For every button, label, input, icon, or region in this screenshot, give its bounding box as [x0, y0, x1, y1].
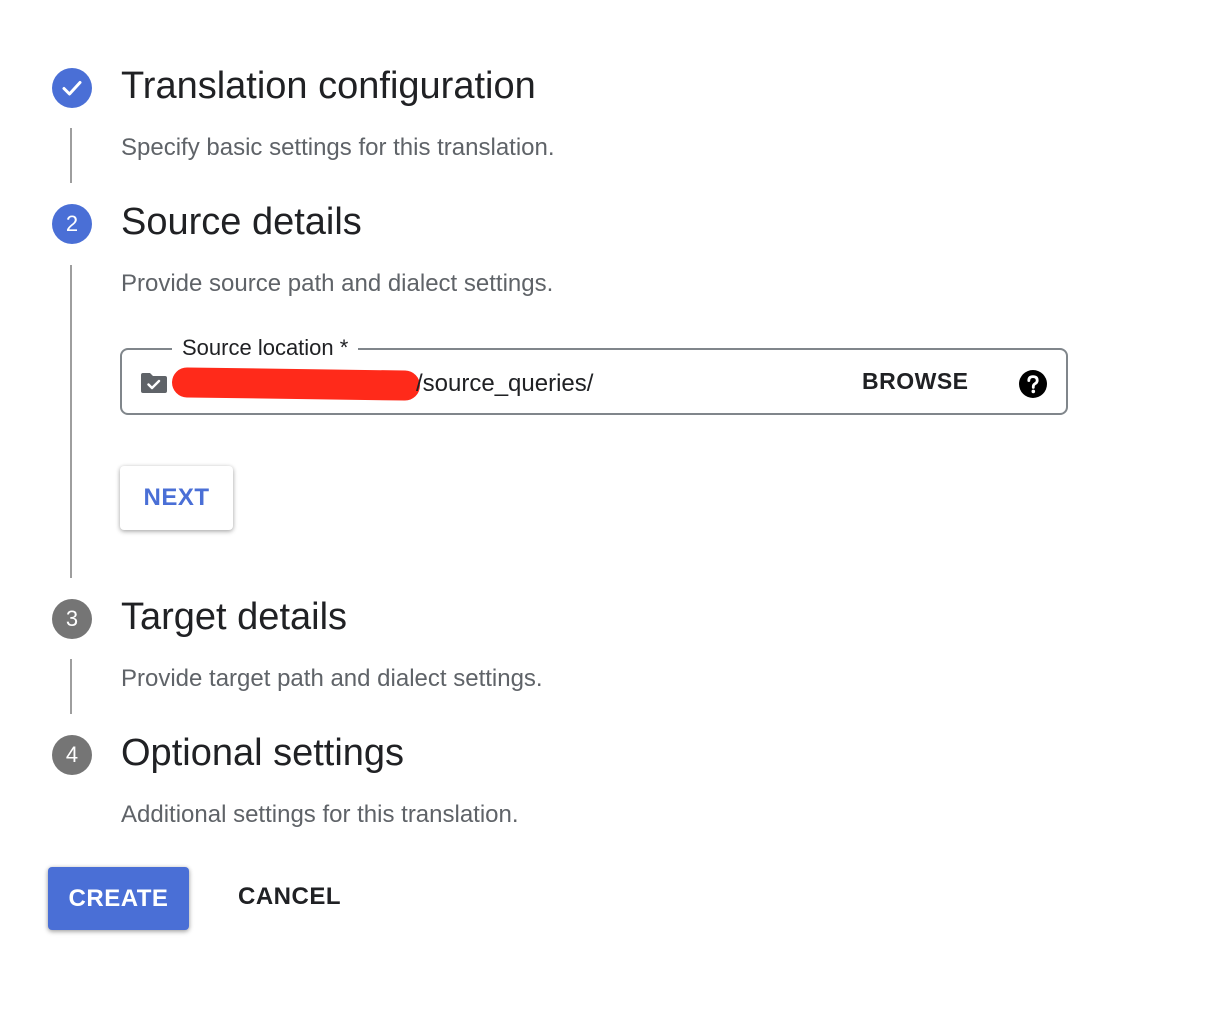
- create-button[interactable]: CREATE: [48, 867, 189, 930]
- step-4-description: Additional settings for this translation…: [121, 801, 519, 828]
- check-icon: [62, 81, 82, 96]
- step-3-description: Provide target path and dialect settings…: [121, 665, 543, 692]
- step-4-title[interactable]: Optional settings: [121, 732, 404, 775]
- translation-stepper-page: Translation configuration Specify basic …: [0, 0, 1216, 1014]
- step-2-number-badge: 2: [52, 204, 92, 244]
- step-4-number-badge: 4: [52, 735, 92, 775]
- step-1-complete-badge: [52, 68, 92, 108]
- step-connector-2: [70, 265, 72, 578]
- cancel-button[interactable]: CANCEL: [238, 883, 341, 911]
- step-3-title[interactable]: Target details: [121, 596, 347, 639]
- source-location-field[interactable]: Source location * /source_queries/ BROWS…: [120, 335, 1068, 415]
- folder-check-icon: [141, 373, 167, 393]
- step-2-description: Provide source path and dialect settings…: [121, 270, 554, 297]
- redaction-mark: [171, 367, 421, 401]
- step-connector-3: [70, 659, 72, 714]
- step-2-title[interactable]: Source details: [121, 201, 362, 244]
- step-1-description: Specify basic settings for this translat…: [121, 134, 555, 161]
- help-circle-icon[interactable]: [1018, 369, 1048, 399]
- source-path-value[interactable]: /source_queries/: [416, 370, 593, 398]
- step-connector-1: [70, 128, 72, 183]
- step-3-number-badge: 3: [52, 599, 92, 639]
- step-1-title[interactable]: Translation configuration: [121, 65, 536, 108]
- source-location-label: Source location *: [172, 335, 359, 361]
- next-button[interactable]: NEXT: [120, 466, 233, 530]
- browse-button[interactable]: BROWSE: [862, 368, 969, 395]
